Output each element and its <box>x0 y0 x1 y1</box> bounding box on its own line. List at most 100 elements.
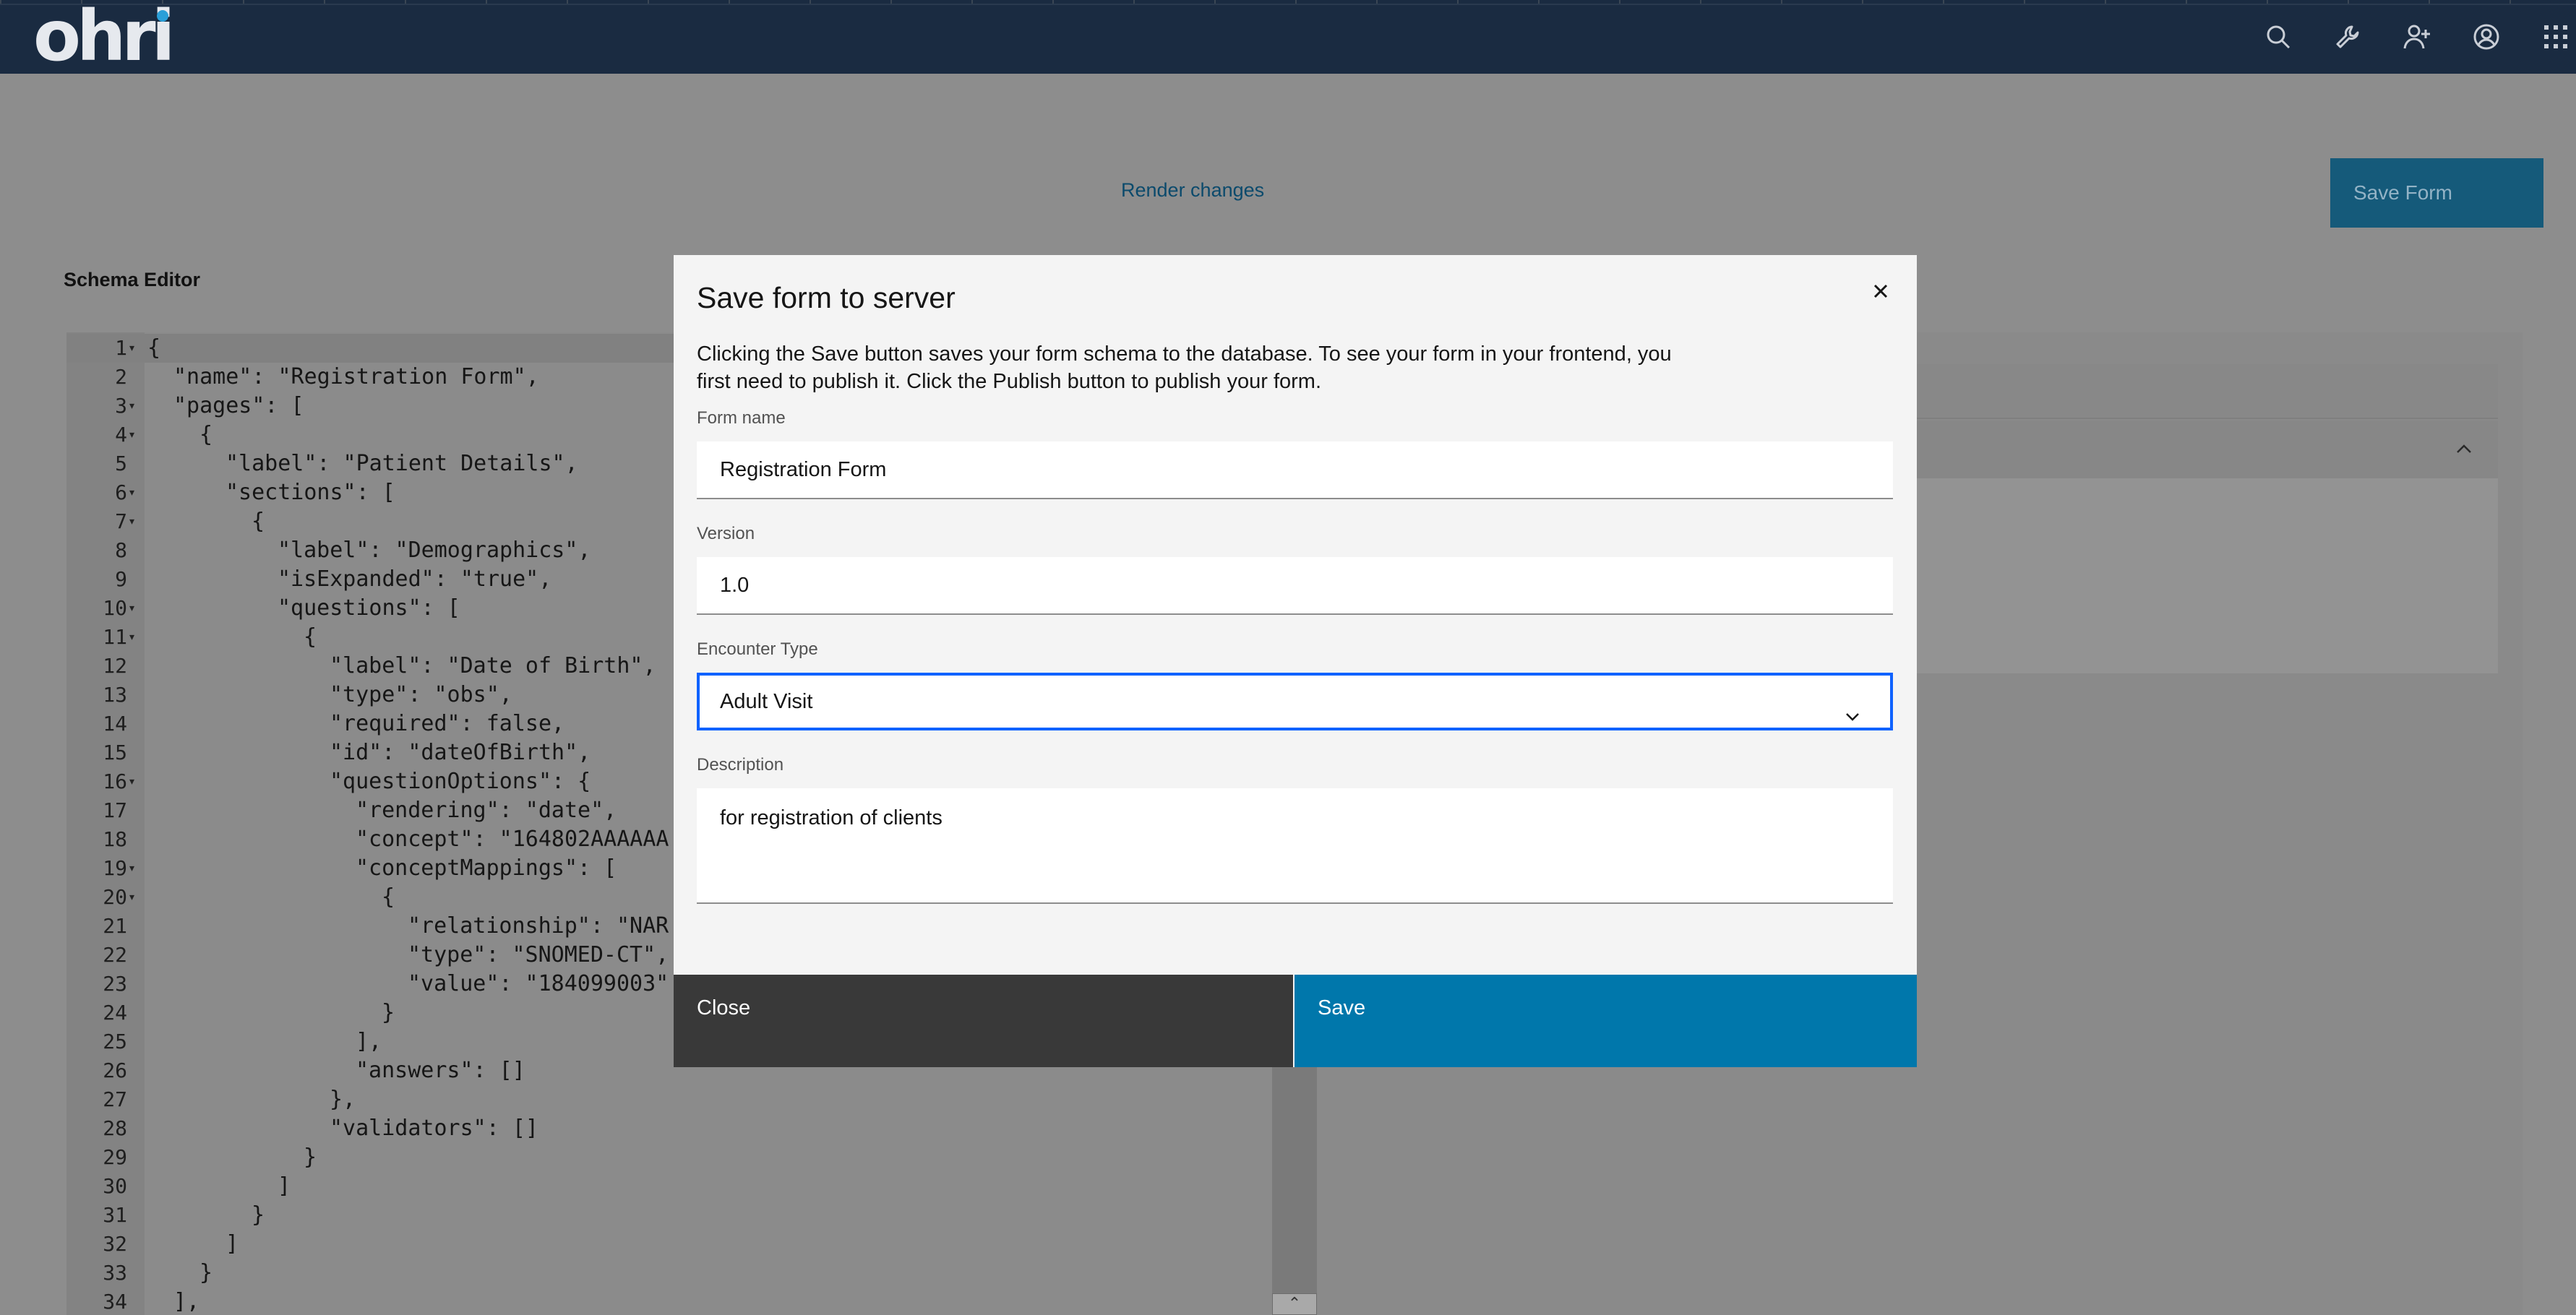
wrench-icon[interactable] <box>2333 22 2362 51</box>
close-icon[interactable] <box>1866 277 1895 306</box>
code-line[interactable]: "validators": [] <box>330 1114 538 1143</box>
code-line[interactable]: } <box>382 999 395 1027</box>
modal-footer: Close Save <box>674 975 1917 1067</box>
encounter-type-select[interactable]: Adult Visit <box>697 673 1893 730</box>
code-line[interactable]: { <box>252 507 265 536</box>
line-number: 3 <box>115 394 127 418</box>
code-line[interactable]: "label": "Patient Details", <box>226 449 578 478</box>
code-line[interactable]: } <box>304 1143 317 1172</box>
chevron-up-icon[interactable] <box>2453 438 2475 460</box>
preview-page-header <box>1915 364 2498 419</box>
code-line[interactable]: { <box>382 883 395 912</box>
code-line[interactable]: "answers": [] <box>356 1056 525 1085</box>
code-line[interactable]: ] <box>226 1230 239 1259</box>
render-changes-link[interactable]: Render changes <box>1121 179 1264 202</box>
line-number: 27 <box>103 1087 127 1111</box>
ohri-logo[interactable]: ohri <box>33 1 178 71</box>
line-number: 19 <box>103 856 127 880</box>
line-number: 6 <box>115 480 127 504</box>
line-number: 12 <box>103 654 127 678</box>
line-number: 21 <box>103 914 127 938</box>
code-line[interactable]: { <box>147 334 160 363</box>
code-line[interactable]: ] <box>278 1172 291 1201</box>
preview-section-body <box>1915 478 2498 673</box>
fold-toggle-icon[interactable]: ▾ <box>129 854 134 883</box>
line-number: 32 <box>103 1232 127 1256</box>
version-input[interactable]: 1.0 <box>697 557 1893 615</box>
search-icon[interactable] <box>2264 22 2293 51</box>
line-number: 20 <box>103 885 127 909</box>
code-line[interactable]: ], <box>173 1288 199 1315</box>
fold-toggle-icon[interactable]: ▾ <box>129 883 134 912</box>
fold-toggle-icon[interactable]: ▾ <box>129 392 134 421</box>
code-line[interactable]: "questions": [ <box>278 594 460 623</box>
code-line[interactable]: "isExpanded": "true", <box>278 565 551 594</box>
header-top-strip <box>0 0 2576 5</box>
logo-dot <box>157 10 168 22</box>
chevron-down-icon <box>1842 694 1863 721</box>
line-number: 14 <box>103 712 127 736</box>
code-line[interactable]: "label": "Demographics", <box>278 536 591 565</box>
add-user-icon[interactable] <box>2403 22 2431 51</box>
code-line[interactable]: { <box>199 421 212 449</box>
code-line[interactable]: } <box>252 1201 265 1230</box>
line-number: 16 <box>103 769 127 793</box>
form-name-label: Form name <box>697 408 786 428</box>
code-line[interactable]: "name": "Registration Form", <box>173 363 539 392</box>
code-line[interactable]: } <box>199 1259 212 1288</box>
line-number: 11 <box>103 625 127 649</box>
line-number: 13 <box>103 683 127 707</box>
code-line[interactable]: "type": "SNOMED-CT", <box>408 941 669 970</box>
preview-section-header[interactable] <box>1915 421 2498 478</box>
code-line[interactable]: "conceptMappings": [ <box>356 854 617 883</box>
modal-description: Clicking the Save button saves your form… <box>697 340 1709 395</box>
line-number: 10 <box>103 596 127 620</box>
fold-toggle-icon[interactable]: ▾ <box>129 507 134 536</box>
line-number: 30 <box>103 1174 127 1198</box>
code-line[interactable]: "value": "184099003" <box>408 970 669 999</box>
modal-description-line-2: first need to publish it. Click the Publ… <box>697 370 1321 393</box>
line-number: 34 <box>103 1290 127 1314</box>
line-number: 7 <box>115 509 127 533</box>
line-number: 24 <box>103 1001 127 1025</box>
line-number: 17 <box>103 798 127 822</box>
code-line[interactable]: ], <box>356 1027 382 1056</box>
fold-toggle-icon[interactable]: ▾ <box>129 421 134 449</box>
line-number: 4 <box>115 423 127 447</box>
user-avatar-icon[interactable] <box>2472 22 2501 51</box>
code-line[interactable]: }, <box>330 1085 356 1114</box>
code-line[interactable]: "type": "obs", <box>330 681 512 710</box>
code-line[interactable]: "label": "Date of Birth", <box>330 652 656 681</box>
top-header: ohri <box>0 0 2576 74</box>
code-line[interactable]: "relationship": "NAR <box>408 912 669 941</box>
modal-description-line-1: Clicking the Save button saves your form… <box>697 342 1672 366</box>
version-label: Version <box>697 524 755 543</box>
fold-toggle-icon[interactable]: ▾ <box>129 334 134 363</box>
save-button[interactable]: Save <box>1295 975 1917 1067</box>
code-line[interactable]: "sections": [ <box>226 478 395 507</box>
save-form-button[interactable]: Save Form <box>2330 158 2543 228</box>
close-button[interactable]: Close <box>674 975 1293 1067</box>
code-line[interactable]: { <box>304 623 317 652</box>
app-switcher-icon[interactable] <box>2541 22 2570 51</box>
code-line[interactable]: "required": false, <box>330 710 564 738</box>
splitter-chevron-up-icon[interactable]: ⌃ <box>1272 1293 1317 1315</box>
line-number: 1 <box>115 336 127 360</box>
form-name-input[interactable]: Registration Form <box>697 441 1893 499</box>
line-number: 28 <box>103 1116 127 1140</box>
fold-toggle-icon[interactable]: ▾ <box>129 594 134 623</box>
fold-toggle-icon[interactable]: ▾ <box>129 478 134 507</box>
line-number: 15 <box>103 741 127 764</box>
line-number: 23 <box>103 972 127 996</box>
fold-toggle-icon[interactable]: ▾ <box>129 767 134 796</box>
code-line[interactable]: "rendering": "date", <box>356 796 617 825</box>
code-line[interactable]: "questionOptions": { <box>330 767 591 796</box>
code-line[interactable]: "pages": [ <box>173 392 304 421</box>
save-form-modal: Save form to server Clicking the Save bu… <box>674 255 1917 1067</box>
line-number: 5 <box>115 452 127 475</box>
code-line[interactable]: "concept": "164802AAAAAA <box>356 825 669 854</box>
description-textarea[interactable]: for registration of clients <box>697 788 1893 904</box>
line-number: 33 <box>103 1261 127 1285</box>
fold-toggle-icon[interactable]: ▾ <box>129 623 134 652</box>
code-line[interactable]: "id": "dateOfBirth", <box>330 738 591 767</box>
